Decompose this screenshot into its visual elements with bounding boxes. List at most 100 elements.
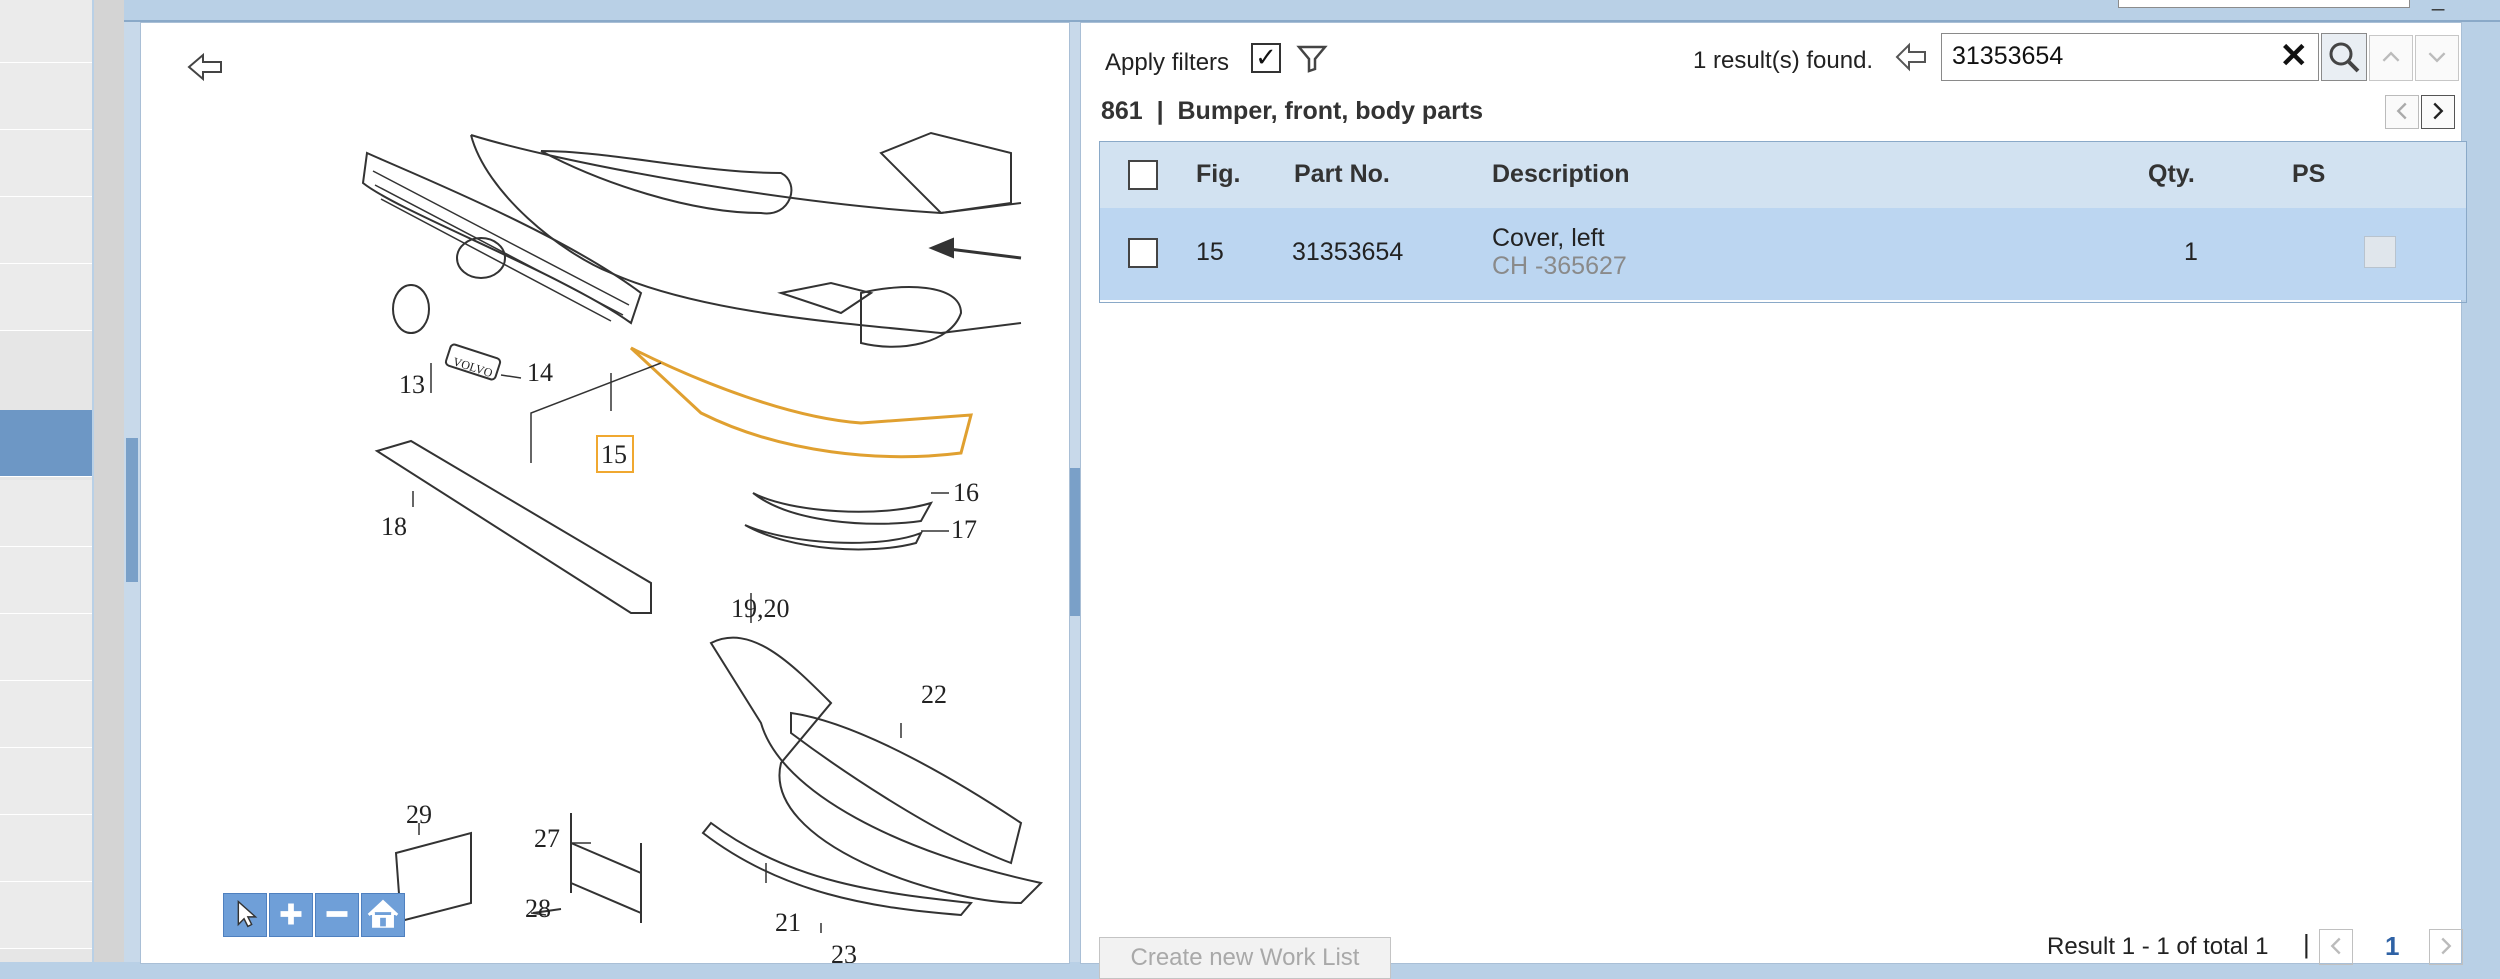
bumper-upper-grille (540, 150, 793, 215)
minimize-button[interactable]: _ (2432, 0, 2454, 11)
zoom-in-icon[interactable] (269, 893, 313, 937)
chevron-up-icon (2382, 51, 2400, 62)
row-part-no: 31353654 (1292, 238, 1404, 266)
pointer-icon[interactable] (223, 893, 267, 937)
cover-15-shape (629, 346, 973, 459)
group-prev-button[interactable] (2385, 95, 2419, 129)
search-box: ✕ (1941, 33, 2319, 81)
group-title: 861 | Bumper, front, body parts (1101, 97, 1484, 125)
nav-item[interactable] (0, 815, 92, 882)
zoom-out-icon[interactable] (315, 893, 359, 937)
nav-item[interactable] (0, 748, 92, 815)
search-button[interactable] (2321, 33, 2367, 81)
label-27[interactable]: 27 (534, 824, 560, 853)
diagram-pane: 13 14 15 16 17 18 19,20 22 21 23 27 28 2… (140, 22, 1070, 964)
results-pane: Apply filters ✓ 1 result(s) found. ✕ 861… (1080, 22, 2467, 979)
create-worklist-button[interactable]: Create new Work List (1099, 937, 1391, 979)
search-back-icon[interactable] (1893, 41, 1929, 73)
nav-scrollbar-thumb[interactable] (94, 0, 124, 962)
leader-lines (412, 362, 949, 933)
home-icon[interactable] (361, 893, 405, 937)
nav-item[interactable] (0, 480, 92, 547)
nav-item[interactable] (0, 0, 92, 63)
label-23[interactable]: 23 (831, 940, 857, 963)
header-part-no[interactable]: Part No. (1294, 160, 1390, 189)
parts-table: Fig. Part No. Description Qty. PS 15 313… (1099, 141, 2467, 303)
nav-item[interactable] (0, 614, 92, 681)
filter-icon[interactable] (1295, 41, 1329, 75)
nav-item-active[interactable] (0, 410, 92, 477)
chevron-left-icon (2330, 937, 2341, 955)
row-qty: 1 (2184, 238, 2198, 266)
left-splitter[interactable] (124, 22, 140, 962)
diagram-back-icon[interactable] (185, 51, 225, 83)
arrow-head (928, 237, 954, 259)
label-28[interactable]: 28 (525, 894, 551, 923)
nav-item[interactable] (0, 197, 92, 264)
note-icon[interactable] (2364, 236, 2396, 268)
row-description-sub: CH -365627 (1492, 252, 1627, 280)
select-all-checkbox[interactable] (1128, 160, 1158, 190)
table-header: Fig. Part No. Description Qty. PS (1100, 142, 2466, 208)
results-count: 1 result(s) found. (1693, 47, 1874, 74)
left-splitter-handle[interactable] (126, 438, 138, 582)
part-21-shape (701, 821, 973, 917)
label-13[interactable]: 13 (399, 370, 425, 399)
next-result-button[interactable] (2415, 35, 2459, 81)
chevron-right-icon (2441, 937, 2452, 955)
header-description[interactable]: Description (1492, 160, 1630, 189)
pager-current-page[interactable]: 1 (2385, 931, 2399, 962)
pager-separator: | (2303, 929, 2310, 959)
result-range: Result 1 - 1 of total 1 (2047, 933, 2269, 960)
part-29-shape (394, 831, 472, 923)
label-18[interactable]: 18 (381, 512, 407, 541)
label-19-20[interactable]: 19,20 (731, 594, 790, 623)
bracket-27-shape (570, 813, 642, 923)
row-description: Cover, left (1492, 224, 1605, 252)
chevron-down-icon (2428, 52, 2446, 63)
nav-item[interactable] (0, 130, 92, 197)
label-29[interactable]: 29 (406, 800, 432, 829)
row-fig: 15 (1196, 238, 1224, 266)
search-input[interactable] (1952, 42, 2252, 70)
row-checkbox[interactable] (1128, 238, 1158, 268)
bumper-outline (470, 134, 1022, 335)
header-ps[interactable]: PS (2292, 160, 2325, 189)
clear-search-icon[interactable]: ✕ (2280, 36, 2309, 76)
table-row[interactable]: 15 31353654 Cover, left CH -365627 1 (1100, 208, 2466, 300)
fog-lamp-housing (860, 286, 963, 348)
nav-item[interactable] (0, 681, 92, 748)
left-nav (0, 0, 92, 962)
top-input-field[interactable] (2118, 0, 2410, 8)
headlamp-bracket (879, 131, 1012, 215)
apply-filters-checkbox[interactable]: ✓ (1251, 43, 1281, 73)
label-21[interactable]: 21 (775, 908, 801, 937)
nav-item[interactable] (0, 264, 92, 331)
pager-prev-button[interactable] (2319, 929, 2353, 965)
previous-result-button[interactable] (2369, 35, 2413, 81)
emblem-13-shape (392, 284, 430, 334)
label-14[interactable]: 14 (527, 358, 553, 387)
nav-item[interactable] (0, 882, 92, 949)
pager-next-button[interactable] (2429, 929, 2463, 965)
bumper-inset (777, 281, 874, 315)
nav-item[interactable] (0, 547, 92, 614)
chevron-left-icon (2396, 102, 2407, 120)
header-qty[interactable]: Qty. (2148, 160, 2195, 189)
nav-scrollbar[interactable] (94, 0, 124, 962)
part-17-shape (744, 524, 924, 551)
apply-filters-label: Apply filters (1105, 49, 1230, 76)
label-17[interactable]: 17 (951, 515, 977, 544)
label-15[interactable]: 15 (601, 440, 627, 469)
parts-diagram[interactable]: 13 14 15 16 17 18 19,20 22 21 23 27 28 2… (141, 23, 1069, 963)
chevron-right-icon (2433, 102, 2444, 120)
underbody-shape (709, 636, 1044, 905)
nav-item[interactable] (0, 63, 92, 130)
group-next-button[interactable] (2421, 95, 2455, 129)
label-22[interactable]: 22 (921, 680, 947, 709)
label-16[interactable]: 16 (953, 478, 979, 507)
part-16-shape (752, 492, 934, 525)
header-fig[interactable]: Fig. (1196, 160, 1240, 189)
search-icon (2329, 42, 2360, 73)
badge-volvo-text: VOLVO (451, 354, 495, 380)
